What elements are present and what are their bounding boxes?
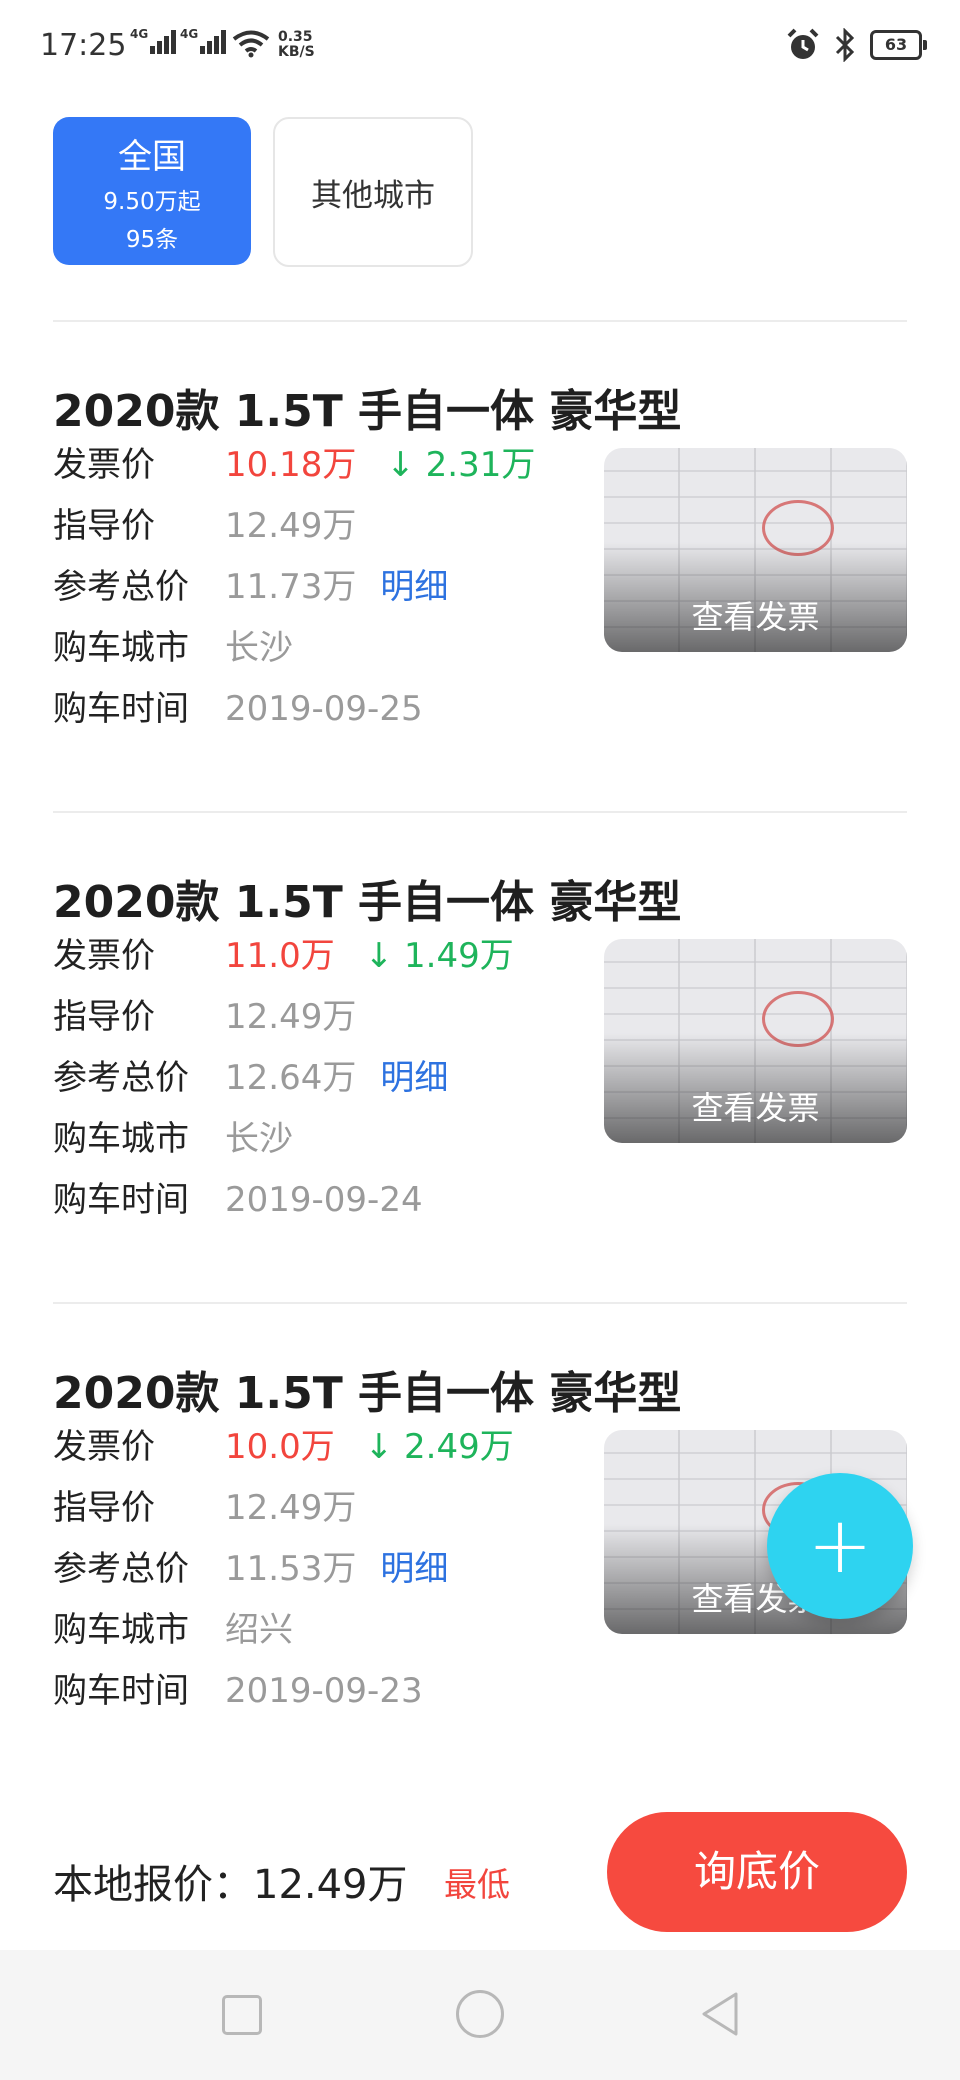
date-row: 购车时间 2019-09-25: [53, 679, 423, 739]
filter-nationwide[interactable]: 全国 9.50万起 95条: [53, 117, 251, 265]
guide-price-row: 指导价 12.49万: [53, 1478, 356, 1538]
guide-price-row: 指导价 12.49万: [53, 496, 356, 556]
add-fab-button[interactable]: +: [767, 1473, 913, 1619]
system-nav-bar: [0, 1950, 960, 2080]
date-label: 购车时间: [53, 1671, 189, 1711]
invoice-record-card[interactable]: 2020款 1.5T 手自一体 豪华型 发票价 11.0万 ↓ 1.49万 指导价 1…: [53, 866, 907, 1286]
reference-total-value: 11.53万: [225, 1549, 357, 1589]
reference-total-row: 参考总价 11.73万 明细: [53, 557, 448, 617]
discount-value: ↓ 2.49万: [364, 1427, 514, 1467]
lowest-badge: 最低: [444, 1865, 510, 1904]
local-price-label: 本地报价：12.49万: [53, 1862, 408, 1908]
invoice-thumbnail[interactable]: 查看发票: [604, 939, 907, 1143]
arrow-down-icon: ↓: [364, 936, 394, 976]
reference-total-row: 参考总价 11.53万 明细: [53, 1539, 448, 1599]
city-value: 长沙: [225, 628, 293, 668]
guide-price-label: 指导价: [53, 506, 155, 546]
home-icon[interactable]: [456, 1990, 504, 2038]
record-title: 2020款 1.5T 手自一体 豪华型: [53, 386, 682, 437]
city-row: 购车城市 长沙: [53, 618, 293, 678]
divider: [53, 811, 907, 813]
invoice-price-label: 发票价: [53, 445, 155, 485]
divider: [53, 1302, 907, 1304]
record-title: 2020款 1.5T 手自一体 豪华型: [53, 877, 682, 928]
date-value: 2019-09-25: [225, 689, 423, 729]
date-value: 2019-09-24: [225, 1180, 423, 1220]
arrow-down-icon: ↓: [364, 1427, 394, 1467]
invoice-price-value: 10.18万: [225, 445, 357, 485]
guide-price-label: 指导价: [53, 1488, 155, 1528]
reference-total-label: 参考总价: [53, 567, 189, 607]
bottom-action-bar: 本地报价：12.49万 最低 询底价: [0, 1806, 960, 1950]
detail-link[interactable]: 明细: [380, 1549, 448, 1589]
invoice-thumbnail[interactable]: 查看发票: [604, 448, 907, 652]
status-time: 17:25: [40, 28, 127, 63]
battery-icon: 63: [870, 30, 927, 60]
network-speed: 0.35 KB/S: [278, 29, 315, 60]
reference-total-label: 参考总价: [53, 1058, 189, 1098]
city-label: 购车城市: [53, 628, 189, 668]
guide-price-value: 12.49万: [225, 997, 357, 1037]
ask-lowest-price-button[interactable]: 询底价: [607, 1812, 907, 1932]
back-icon[interactable]: [698, 1990, 742, 2038]
invoice-price-row: 发票价 10.0万 ↓ 2.49万: [53, 1417, 514, 1477]
region-filter: 全国 9.50万起 95条 其他城市: [53, 117, 473, 267]
status-bar: 17:25 4G 4G 0.35 KB/S 63: [0, 0, 960, 100]
reference-total-value: 12.64万: [225, 1058, 357, 1098]
detail-link[interactable]: 明细: [380, 567, 448, 607]
record-title: 2020款 1.5T 手自一体 豪华型: [53, 1368, 682, 1419]
date-value: 2019-09-23: [225, 1671, 423, 1711]
signal-icon: 4G: [130, 28, 178, 54]
detail-link[interactable]: 明细: [380, 1058, 448, 1098]
invoice-price-label: 发票价: [53, 936, 155, 976]
invoice-price-row: 发票价 10.18万 ↓ 2.31万: [53, 435, 535, 495]
alarm-icon: [787, 28, 819, 59]
reference-total-label: 参考总价: [53, 1549, 189, 1589]
guide-price-value: 12.49万: [225, 506, 357, 546]
bluetooth-icon: [835, 28, 855, 62]
guide-price-label: 指导价: [53, 997, 155, 1037]
arrow-down-icon: ↓: [386, 445, 415, 485]
invoice-price-value: 10.0万: [225, 1427, 335, 1467]
city-value: 长沙: [225, 1119, 293, 1159]
city-row: 购车城市 长沙: [53, 1109, 293, 1169]
filter-other-cities[interactable]: 其他城市: [273, 117, 473, 267]
city-row: 购车城市 绍兴: [53, 1600, 293, 1660]
discount-value: ↓ 2.31万: [386, 445, 536, 485]
date-label: 购车时间: [53, 1180, 189, 1220]
invoice-price-label: 发票价: [53, 1427, 155, 1467]
city-value: 绍兴: [225, 1610, 293, 1650]
view-invoice-label: 查看发票: [691, 1089, 820, 1127]
date-row: 购车时间 2019-09-24: [53, 1170, 423, 1230]
signal-icon: 4G: [180, 28, 228, 54]
invoice-record-card[interactable]: 2020款 1.5T 手自一体 豪华型 发票价 10.18万 ↓ 2.31万 指导价…: [53, 375, 907, 795]
recent-apps-icon[interactable]: [222, 1995, 262, 2035]
date-row: 购车时间 2019-09-23: [53, 1661, 423, 1721]
invoice-price-value: 11.0万: [225, 936, 335, 976]
view-invoice-label: 查看发票: [691, 598, 820, 636]
date-label: 购车时间: [53, 689, 189, 729]
reference-total-row: 参考总价 12.64万 明细: [53, 1048, 448, 1108]
invoice-price-row: 发票价 11.0万 ↓ 1.49万: [53, 926, 514, 986]
city-label: 购车城市: [53, 1119, 189, 1159]
guide-price-value: 12.49万: [225, 1488, 357, 1528]
guide-price-row: 指导价 12.49万: [53, 987, 356, 1047]
wifi-icon: [232, 30, 270, 58]
discount-value: ↓ 1.49万: [364, 936, 514, 976]
divider: [53, 320, 907, 322]
city-label: 购车城市: [53, 1610, 189, 1650]
reference-total-value: 11.73万: [225, 567, 357, 607]
plus-icon: +: [807, 1501, 873, 1591]
